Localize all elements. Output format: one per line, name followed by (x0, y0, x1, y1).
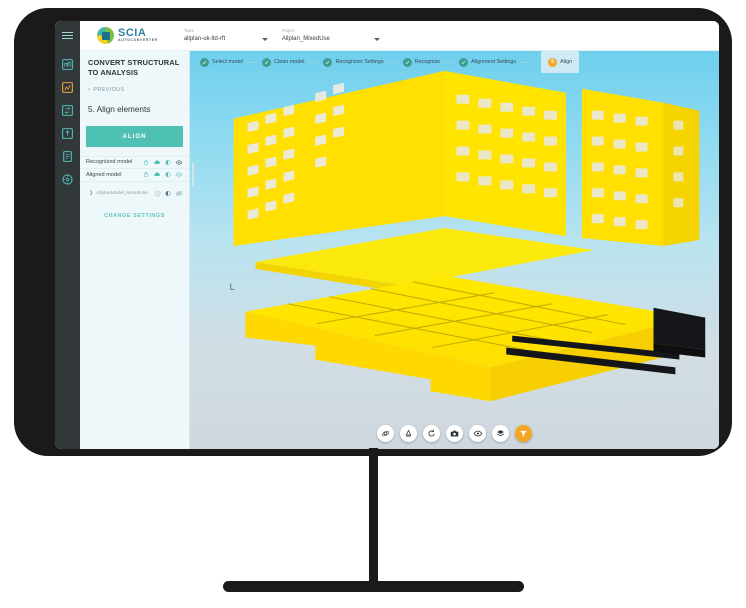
delete-icon[interactable] (143, 171, 149, 178)
step-label: Recognize (414, 59, 441, 65)
screenshot-camera-icon[interactable] (446, 425, 463, 442)
model-row-label: Aligned model (86, 171, 122, 178)
analysis-model-icon[interactable] (61, 81, 74, 94)
reports-icon[interactable] (61, 150, 74, 163)
previous-button[interactable]: ‹ PREVIOUS (80, 87, 189, 93)
reset-view-icon[interactable] (423, 425, 440, 442)
contrast-icon[interactable] (165, 190, 171, 197)
monitor-neck (369, 448, 378, 590)
project-dropdown-value: Allplan_MixedUse (281, 35, 330, 42)
brand-logo: SCIA AUTOCONVERTER (97, 27, 158, 44)
convert-icon[interactable] (61, 104, 74, 117)
delete-icon[interactable] (143, 159, 149, 166)
step-number-badge: 6 (548, 57, 558, 67)
chevron-down-icon (373, 37, 380, 41)
orbit-rotate-icon[interactable] (377, 425, 394, 442)
top-bar: SCIA AUTOCONVERTER Team allplan-uk-ltd-r… (55, 21, 719, 51)
building-3d-model[interactable]: L (190, 51, 719, 449)
project-dropdown-label: Project (281, 28, 295, 34)
center-block (444, 70, 566, 237)
step-label: Clean model (274, 59, 305, 65)
previous-label: PREVIOUS (93, 86, 125, 93)
monitor-base (223, 581, 524, 592)
step-heading: 5. Align elements (88, 104, 151, 114)
menu-button[interactable] (55, 21, 80, 51)
viewport-edge-marker (192, 163, 194, 187)
align-button[interactable]: ALIGN (86, 125, 183, 147)
check-icon (323, 57, 333, 67)
settings-gear-icon[interactable] (61, 173, 74, 186)
contrast-icon[interactable] (165, 159, 171, 166)
step-connector (444, 61, 456, 63)
team-dropdown-label: Team (183, 28, 194, 34)
step-connector (387, 61, 399, 63)
step-label: Recognizer Settings (335, 59, 384, 65)
step-recognize[interactable]: Recognize (402, 57, 441, 67)
workflow-stepper: Select model Clean model Recognizer Sett… (190, 51, 719, 73)
step-select-model[interactable]: Select model (200, 57, 244, 67)
step-connector (247, 61, 259, 63)
structural-model-icon[interactable] (61, 58, 74, 71)
check-icon (459, 57, 469, 67)
model-tree-label: AllplanModel_MixedUse (96, 190, 148, 196)
model-viewport[interactable]: Select model Clean model Recognizer Sett… (190, 51, 719, 449)
chevron-left-icon: ‹ (88, 86, 91, 93)
team-dropdown[interactable]: Team allplan-uk-ltd-rft (183, 28, 268, 42)
eye-icon[interactable] (175, 159, 183, 166)
sidebar-panel: CONVERT STRUCTURAL TO ANALYSIS ‹ PREVIOU… (80, 51, 190, 449)
check-icon (402, 57, 412, 67)
measure-icon[interactable] (400, 425, 417, 442)
podium-slab (245, 275, 694, 402)
viewport-toolbar (190, 425, 719, 442)
step-recognizer-settings[interactable]: Recognizer Settings (323, 57, 384, 67)
history-icon[interactable] (154, 190, 161, 197)
model-tree-item[interactable]: ❯ AllplanModel_MixedUse (80, 187, 189, 200)
check-icon (200, 57, 209, 67)
model-row-actions (143, 159, 183, 166)
step-alignment-settings[interactable]: Alignment Settings (459, 57, 517, 67)
model-row-recognized[interactable]: Recognized model (80, 155, 189, 169)
chevron-down-icon (261, 37, 268, 41)
eye-icon[interactable] (175, 171, 183, 178)
step-label: Alignment Settings (471, 59, 517, 65)
step-connector (308, 61, 320, 63)
eye-off-icon[interactable] (175, 190, 183, 197)
step-label: Select model (212, 59, 244, 65)
change-settings-button[interactable]: CHANGE SETTINGS (80, 213, 189, 219)
model-tree-actions (154, 190, 183, 197)
model-row-actions (143, 171, 183, 178)
layers-icon[interactable] (492, 425, 509, 442)
filter-icon[interactable] (515, 425, 532, 442)
right-tower (581, 88, 700, 247)
monitor-bezel: SCIA AUTOCONVERTER Team allplan-uk-ltd-r… (14, 8, 732, 456)
hamburger-menu-icon (62, 30, 73, 41)
cloud-download-icon[interactable] (153, 159, 161, 166)
scia-circle-logo (97, 27, 114, 44)
monitor-mockup: SCIA AUTOCONVERTER Team allplan-uk-ltd-r… (0, 0, 746, 608)
orientation-marker: L (230, 282, 235, 292)
brand-subtitle: AUTOCONVERTER (118, 38, 158, 43)
icon-rail (55, 51, 80, 449)
monitor-screen: SCIA AUTOCONVERTER Team allplan-uk-ltd-r… (55, 21, 719, 449)
export-icon[interactable] (61, 127, 74, 140)
model-row-label: Recognized model (86, 159, 133, 166)
dark-slab (653, 307, 706, 358)
team-dropdown-value: allplan-uk-ltd-rft (183, 35, 226, 42)
project-dropdown[interactable]: Project Allplan_MixedUse (281, 28, 380, 42)
contrast-icon[interactable] (165, 171, 171, 178)
step-label: Align (560, 59, 573, 65)
model-row-aligned[interactable]: Aligned model (80, 169, 189, 182)
step-clean-model[interactable]: Clean model (262, 57, 305, 67)
step-align[interactable]: 6 Align (541, 51, 580, 73)
visibility-eye-icon[interactable] (469, 425, 486, 442)
cloud-download-icon[interactable] (153, 171, 161, 178)
scia-autoconverter-app: SCIA AUTOCONVERTER Team allplan-uk-ltd-r… (55, 21, 719, 449)
step-connector (520, 61, 532, 63)
left-facade-wall (233, 70, 445, 247)
page-title: CONVERT STRUCTURAL TO ANALYSIS (88, 58, 180, 77)
model-list: Recognized model Aligned model ❯ Allplan… (80, 155, 189, 200)
app-body: CONVERT STRUCTURAL TO ANALYSIS ‹ PREVIOU… (55, 51, 719, 449)
chevron-right-icon[interactable]: ❯ (89, 190, 93, 196)
check-icon (262, 57, 272, 67)
